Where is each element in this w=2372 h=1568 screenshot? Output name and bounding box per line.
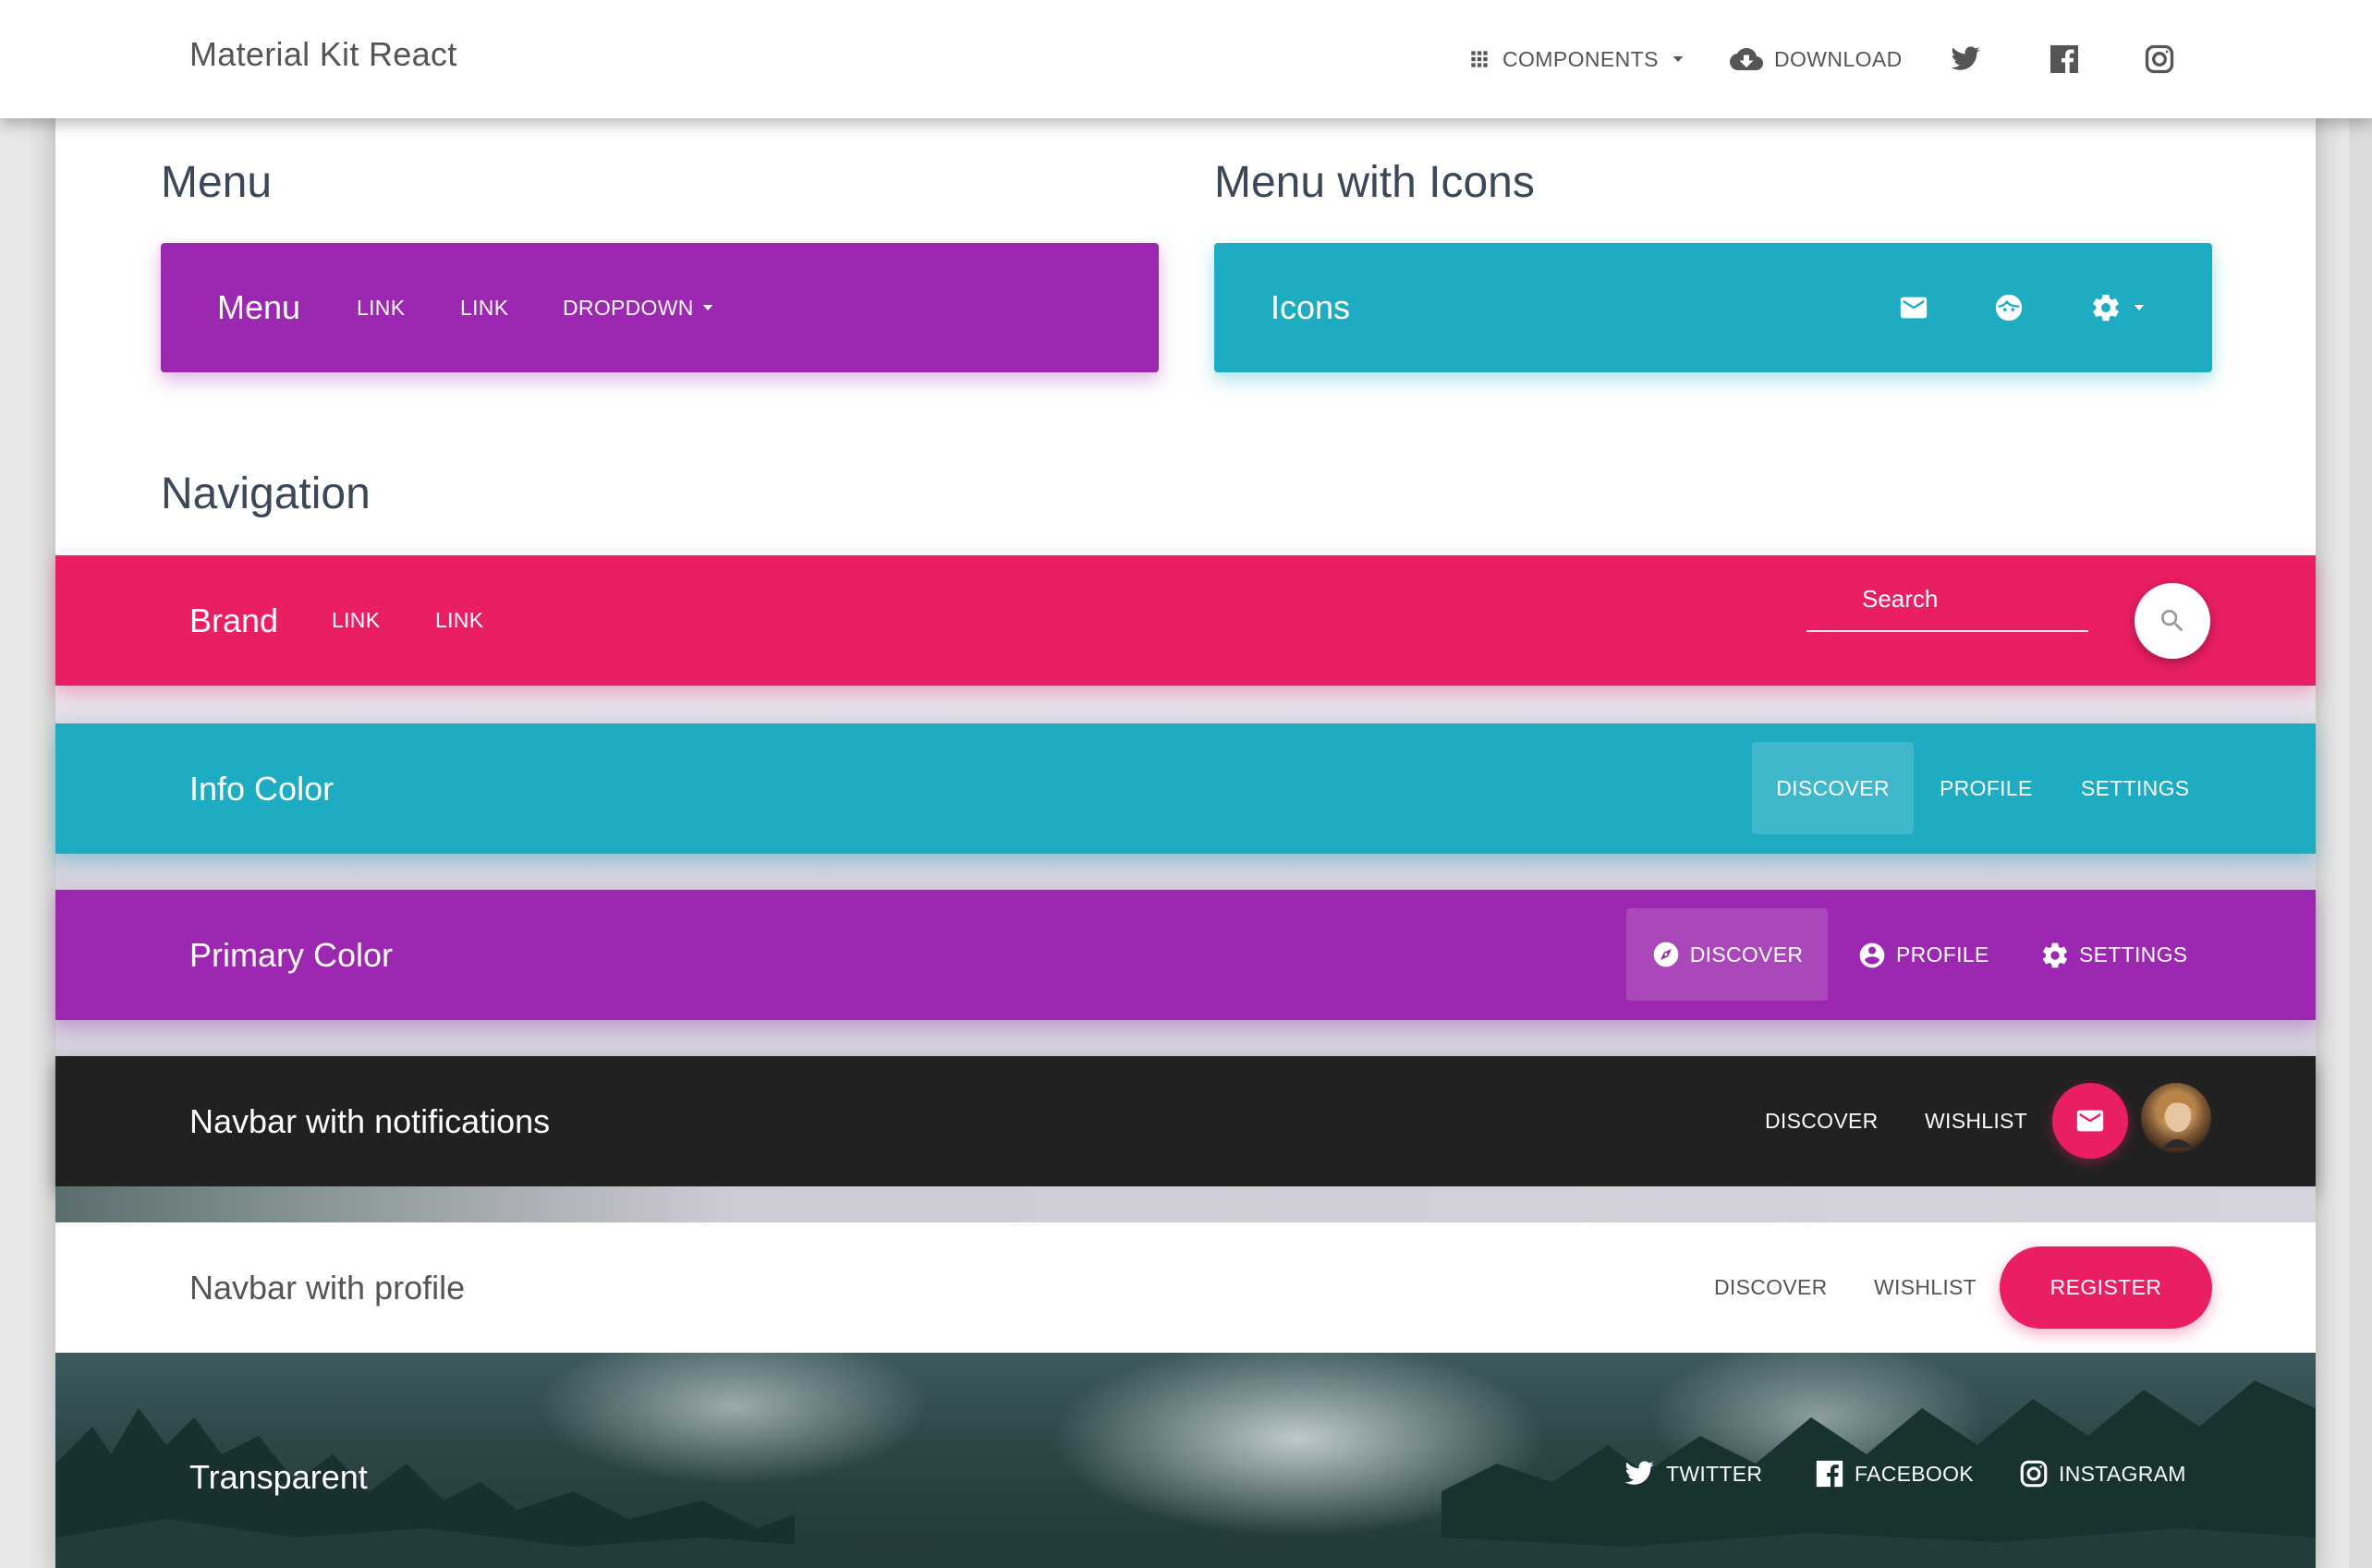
settings-dropdown[interactable] <box>2090 292 2147 323</box>
search-input[interactable]: Search <box>1862 585 1938 614</box>
white-link-discover[interactable]: DISCOVER <box>1714 1275 1828 1300</box>
twitter-link[interactable] <box>1948 0 1983 118</box>
facebook-icon <box>2048 43 2081 76</box>
caret-down-icon <box>2131 299 2147 316</box>
transparent-link-facebook-label: FACEBOOK <box>1855 1461 1974 1486</box>
primary-link-settings-label: SETTINGS <box>2079 942 2188 966</box>
white-brand[interactable]: Navbar with profile <box>189 1269 465 1307</box>
menu-link-1[interactable]: LINK <box>357 296 405 321</box>
download-link[interactable]: DOWNLOAD <box>1730 0 1903 118</box>
primary-brand[interactable]: Primary Color <box>189 936 393 975</box>
rose-brand[interactable]: Brand <box>189 602 278 640</box>
primary-link-profile-label: PROFILE <box>1896 942 1989 966</box>
primary-navbar: Primary Color DISCOVER PROFILE SETTINGS <box>55 890 2316 1020</box>
compass-icon <box>1651 940 1681 969</box>
instagram-icon <box>2143 43 2176 76</box>
notifications-button[interactable] <box>2052 1083 2128 1159</box>
download-label: DOWNLOAD <box>1774 46 1903 71</box>
account-circle-icon <box>1857 941 1887 970</box>
info-link-discover[interactable]: DISCOVER <box>1752 742 1914 834</box>
register-button[interactable]: REGISTER <box>2000 1246 2212 1329</box>
mail-icon[interactable] <box>1898 292 1929 323</box>
transparent-link-facebook[interactable]: FACEBOOK <box>1814 1458 1974 1489</box>
info-brand[interactable]: Info Color <box>189 770 334 808</box>
caret-down-icon <box>699 299 716 316</box>
forest-background <box>55 1380 2316 1568</box>
facebook-icon <box>1814 1458 1845 1489</box>
info-link-settings[interactable]: SETTINGS <box>2081 776 2189 801</box>
icons-navbar: Icons <box>1214 243 2212 372</box>
apps-icon <box>1467 47 1491 71</box>
instagram-link[interactable] <box>2143 0 2176 118</box>
face-icon[interactable] <box>1993 292 2025 323</box>
transparent-link-instagram[interactable]: INSTAGRAM <box>2018 1458 2186 1489</box>
menu-icons-section-title: Menu with Icons <box>1214 158 1535 207</box>
primary-link-settings[interactable]: SETTINGS <box>2040 941 2187 970</box>
rose-navbar: Brand LINK LINK Search <box>55 555 2316 686</box>
menu-link-2[interactable]: LINK <box>460 296 508 321</box>
site-brand[interactable]: Material Kit React <box>189 35 457 74</box>
info-navbar: Info Color DISCOVER PROFILE SETTINGS <box>55 723 2316 854</box>
settings-icon <box>2040 941 2070 970</box>
icons-brand[interactable]: Icons <box>1271 288 1350 327</box>
menu-navbar: Menu LINK LINK DROPDOWN <box>161 243 1159 372</box>
twitter-icon <box>1622 1458 1657 1489</box>
facebook-link[interactable] <box>2048 0 2081 118</box>
dark-navbar: Navbar with notifications DISCOVER WISHL… <box>55 1056 2316 1186</box>
avatar[interactable] <box>2141 1083 2211 1153</box>
components-label: COMPONENTS <box>1502 46 1659 71</box>
twitter-icon <box>1948 43 1983 75</box>
white-navbar: Navbar with profile DISCOVER WISHLIST <box>55 1222 2316 1353</box>
menu-brand[interactable]: Menu <box>217 288 300 327</box>
dark-link-discover[interactable]: DISCOVER <box>1765 1109 1879 1134</box>
dark-link-wishlist[interactable]: WISHLIST <box>1925 1109 2027 1134</box>
top-header: Material Kit React COMPONENTS DOWNLOAD <box>0 0 2372 118</box>
page-scrollbar[interactable] <box>2349 0 2372 1568</box>
search-input-underline <box>1806 630 2088 632</box>
menu-dropdown[interactable]: DROPDOWN <box>563 296 716 321</box>
info-link-profile[interactable]: PROFILE <box>1940 776 2033 801</box>
transparent-link-twitter-label: TWITTER <box>1666 1461 1763 1486</box>
white-link-wishlist[interactable]: WISHLIST <box>1874 1275 1977 1300</box>
mail-icon <box>2074 1105 2106 1136</box>
settings-icon <box>2090 292 2122 323</box>
dark-brand[interactable]: Navbar with notifications <box>189 1102 550 1141</box>
menu-dropdown-label: DROPDOWN <box>563 295 694 320</box>
background-image-strip <box>55 1186 2316 1222</box>
transparent-navbar: Transparent TWITTER FACEBOOK INSTAGRAM <box>55 1353 2316 1568</box>
transparent-link-twitter[interactable]: TWITTER <box>1622 1458 1762 1489</box>
primary-link-profile[interactable]: PROFILE <box>1857 941 1989 970</box>
transparent-brand[interactable]: Transparent <box>189 1458 368 1497</box>
components-menu[interactable]: COMPONENTS <box>1467 0 1686 118</box>
search-icon <box>2158 606 2187 636</box>
cloud-download-icon <box>1730 43 1763 76</box>
primary-link-discover[interactable]: DISCOVER <box>1626 908 1828 1001</box>
navigation-section-title: Navigation <box>161 469 371 518</box>
instagram-icon <box>2018 1458 2050 1489</box>
search-button[interactable] <box>2135 583 2210 659</box>
rose-link-1[interactable]: LINK <box>332 608 380 633</box>
transparent-link-instagram-label: INSTAGRAM <box>2059 1461 2186 1486</box>
rose-link-2[interactable]: LINK <box>435 608 483 633</box>
primary-link-discover-label: DISCOVER <box>1689 942 1804 966</box>
caret-down-icon <box>1670 51 1686 67</box>
menu-section-title: Menu <box>161 158 273 207</box>
